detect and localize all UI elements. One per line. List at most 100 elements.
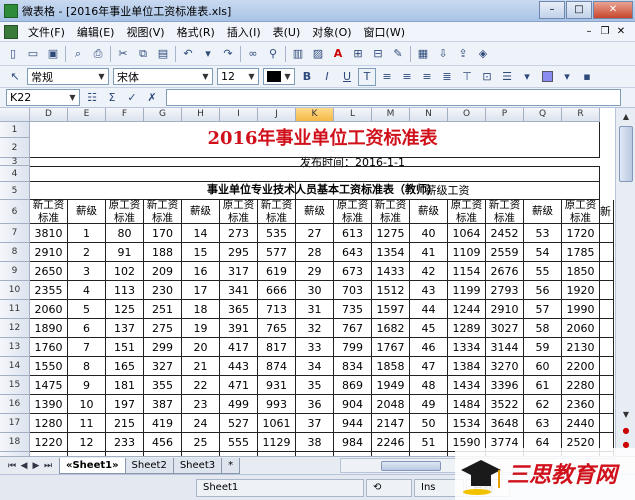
table-cell[interactable]: 31 <box>296 300 334 319</box>
column-header-g[interactable]: G <box>144 108 182 122</box>
cancel-entry-icon[interactable]: ✓ <box>123 89 141 107</box>
menu-format[interactable]: 格式(R) <box>171 24 221 40</box>
table-cell[interactable]: 27 <box>296 224 334 243</box>
column-title-cell[interactable]: 原工资 标准 <box>106 199 144 224</box>
table-cell[interactable]: 62 <box>524 395 562 414</box>
more-options-icon[interactable]: ▪ <box>578 68 596 86</box>
column-title-cell[interactable]: 原工资 标准 <box>334 199 372 224</box>
table-cell[interactable]: 1275 <box>372 224 410 243</box>
column-title-cell[interactable]: 新工资 标准 <box>258 199 296 224</box>
font-color-combo[interactable]: ▼ <box>263 68 295 85</box>
doc-restore-icon[interactable]: ❐ <box>599 26 611 37</box>
table-cell[interactable]: 61 <box>524 376 562 395</box>
scroll-down-icon[interactable]: ▼ <box>619 408 633 422</box>
header-blank-cell[interactable] <box>30 182 296 200</box>
chevron-down-icon[interactable]: ▼ <box>245 69 258 84</box>
menu-object[interactable]: 对象(O) <box>306 24 357 40</box>
column-header-h[interactable]: H <box>182 108 220 122</box>
table-cell[interactable]: 44 <box>410 300 448 319</box>
table-cell[interactable]: 931 <box>258 376 296 395</box>
table-cell[interactable]: 29 <box>296 262 334 281</box>
table-cell[interactable]: 137 <box>106 319 144 338</box>
table-cell[interactable]: 34 <box>296 357 334 376</box>
table-cell[interactable]: 6 <box>68 319 106 338</box>
menu-view[interactable]: 视图(V) <box>120 24 170 40</box>
table-cell-partial[interactable] <box>600 300 614 319</box>
fill-color-icon[interactable] <box>538 68 556 86</box>
menu-table[interactable]: 表(U) <box>267 24 307 40</box>
row-header-15[interactable]: 15 <box>0 376 30 395</box>
table-cell[interactable]: 20 <box>182 338 220 357</box>
image-icon[interactable]: ▨ <box>309 45 327 63</box>
table-cell[interactable]: 2676 <box>486 262 524 281</box>
group-header-cell[interactable]: 薪级工资 <box>296 182 600 200</box>
chart-icon[interactable]: ▥ <box>289 45 307 63</box>
table-cell[interactable]: 1289 <box>448 319 486 338</box>
column-title-cell[interactable]: 新工资 标准 <box>144 199 182 224</box>
table-cell[interactable]: 1244 <box>448 300 486 319</box>
table-cell[interactable]: 419 <box>144 414 182 433</box>
column-title-cell-partial[interactable]: 新 <box>600 200 614 224</box>
table-cell[interactable]: 48 <box>410 376 448 395</box>
table-cell[interactable]: 17 <box>182 281 220 300</box>
table-cell-partial[interactable] <box>600 357 614 376</box>
table-cell[interactable]: 2559 <box>486 243 524 262</box>
table-cell[interactable]: 1990 <box>562 300 600 319</box>
table-cell[interactable]: 1064 <box>448 224 486 243</box>
table-cell[interactable]: 1850 <box>562 262 600 281</box>
table-cell[interactable]: 365 <box>220 300 258 319</box>
table-cell[interactable]: 46 <box>410 338 448 357</box>
table-cell[interactable]: 1384 <box>448 357 486 376</box>
table-cell[interactable]: 3 <box>68 262 106 281</box>
table-cell[interactable]: 165 <box>106 357 144 376</box>
table-cell[interactable]: 327 <box>144 357 182 376</box>
accept-entry-icon[interactable]: ✗ <box>143 89 161 107</box>
valign-icon[interactable]: ⊤ <box>458 68 476 86</box>
table-cell[interactable]: 765 <box>258 319 296 338</box>
hscroll-thumb[interactable] <box>381 461 441 471</box>
table-cell[interactable]: 5 <box>68 300 106 319</box>
table-cell[interactable]: 341 <box>220 281 258 300</box>
table-cell[interactable]: 209 <box>144 262 182 281</box>
table-cell[interactable]: 1129 <box>258 433 296 452</box>
table-cell-partial[interactable] <box>600 395 614 414</box>
formula-input[interactable] <box>166 89 621 106</box>
chevron-down-icon[interactable]: ▼ <box>199 69 212 84</box>
table-cell[interactable]: 834 <box>334 357 372 376</box>
table-cell[interactable]: 1334 <box>448 338 486 357</box>
italic-icon[interactable]: I <box>318 68 336 86</box>
table-cell[interactable]: 1484 <box>448 395 486 414</box>
table-cell[interactable]: 3522 <box>486 395 524 414</box>
table-cell[interactable]: 1550 <box>30 357 68 376</box>
column-header-e[interactable]: E <box>68 108 106 122</box>
table-cell[interactable]: 12 <box>68 433 106 452</box>
tab-sheet3[interactable]: Sheet3 <box>172 457 223 474</box>
row-header-12[interactable]: 12 <box>0 319 30 338</box>
column-header-f[interactable]: F <box>106 108 144 122</box>
table-cell[interactable]: 2147 <box>372 414 410 433</box>
table-cell[interactable]: 673 <box>334 262 372 281</box>
table-cell[interactable]: 1061 <box>258 414 296 433</box>
export-icon[interactable]: ⇪ <box>454 45 472 63</box>
first-sheet-icon[interactable]: ⏮ <box>6 461 18 471</box>
table-cell[interactable]: 43 <box>410 281 448 300</box>
table-cell[interactable]: 3027 <box>486 319 524 338</box>
last-sheet-icon[interactable]: ⏭ <box>42 461 54 471</box>
column-header-l[interactable]: L <box>334 108 372 122</box>
table-cell[interactable]: 24 <box>182 414 220 433</box>
align-center-icon[interactable]: ≡ <box>398 68 416 86</box>
menu-edit[interactable]: 编辑(E) <box>71 24 121 40</box>
table-cell[interactable]: 2910 <box>486 300 524 319</box>
table-cell[interactable]: 2355 <box>30 281 68 300</box>
table-cell[interactable]: 28 <box>296 243 334 262</box>
table-cell[interactable]: 9 <box>68 376 106 395</box>
row-header-7[interactable]: 7 <box>0 224 30 243</box>
column-header-i[interactable]: I <box>220 108 258 122</box>
table-cell[interactable]: 417 <box>220 338 258 357</box>
table-cell[interactable]: 1434 <box>448 376 486 395</box>
maximize-button[interactable]: □ <box>566 1 592 19</box>
table-cell-partial[interactable] <box>600 414 614 433</box>
select-all-corner[interactable] <box>0 108 30 122</box>
table-cell[interactable]: 18 <box>182 300 220 319</box>
table-cell[interactable]: 15 <box>182 243 220 262</box>
